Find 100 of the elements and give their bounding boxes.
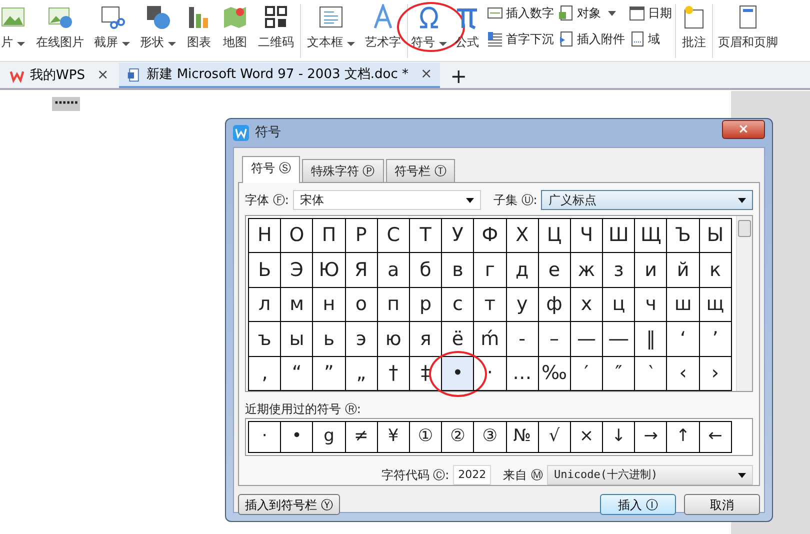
scroll-thumb[interactable] (738, 220, 751, 237)
symbol-cell[interactable]: Ъ (667, 219, 700, 254)
symbol-cell[interactable]: ш (667, 288, 700, 322)
symbol-cell[interactable]: щ (700, 288, 732, 322)
symbol-cell[interactable]: Ц (538, 219, 571, 254)
dialog-tab[interactable]: 符号 Ⓢ (242, 156, 300, 183)
symbol-cell[interactable]: й (667, 253, 700, 288)
symbol-cell[interactable]: Н (249, 219, 282, 254)
subset-dropdown[interactable]: 广义标点 (541, 190, 753, 210)
symbol-cell[interactable]: е (538, 253, 571, 288)
recent-symbol-cell[interactable]: ① (410, 422, 442, 452)
symbol-cell[interactable]: Ы (700, 219, 732, 254)
recent-symbol-cell[interactable]: ≠ (346, 422, 378, 452)
symbol-cell[interactable]: ж (570, 253, 604, 288)
symbol-cell[interactable]: Ь (249, 253, 282, 288)
close-icon[interactable]: × (96, 65, 109, 86)
symbol-cell[interactable]: б (410, 253, 442, 288)
recent-symbol-cell[interactable]: ↑ (667, 422, 700, 452)
recent-symbol-cell[interactable]: ¥ (378, 422, 410, 452)
close-icon[interactable]: × (420, 64, 432, 85)
symbol-cell[interactable]: э (346, 322, 378, 357)
recent-symbol-cell[interactable]: √ (538, 422, 571, 452)
symbol-cell[interactable]: у (506, 288, 539, 322)
symbol-cell[interactable]: ‰ (538, 356, 571, 391)
symbol-cell[interactable]: ы (281, 322, 314, 357)
symbol-cell[interactable]: ‹ (667, 356, 700, 391)
scrollbar[interactable] (736, 216, 752, 391)
symbol-cell[interactable]: ” (313, 356, 346, 391)
symbol-cell[interactable]: ‐ (506, 322, 539, 357)
symbol-cell[interactable]: к (700, 253, 732, 288)
symbol-cell[interactable]: ‧ (474, 356, 506, 391)
symbol-cell[interactable]: Ф (474, 219, 506, 254)
symbol-cell[interactable]: ц (603, 288, 636, 322)
ribbon-button[interactable]: 图表 (181, 0, 217, 51)
encoding-dropdown[interactable]: Unicode(十六进制) (547, 465, 753, 485)
ribbon-button[interactable]: 文本框 (302, 0, 360, 51)
symbol-cell[interactable]: Р (346, 219, 378, 254)
ribbon-button[interactable]: 在线图片 (31, 0, 89, 51)
recent-symbol-cell[interactable]: g (313, 422, 346, 452)
recent-symbol-cell[interactable]: · (249, 422, 282, 452)
recent-symbol-cell[interactable]: ③ (474, 422, 506, 452)
symbol-cell[interactable]: о (346, 288, 378, 322)
symbol-cell[interactable]: С (378, 219, 410, 254)
document-tab[interactable]: 新建 Microsoft Word 97 - 2003 文档.doc * × (118, 63, 440, 88)
symbol-cell[interactable]: … (506, 356, 539, 391)
recent-symbol-cell[interactable]: ← (700, 422, 732, 452)
ribbon-button[interactable]: 页眉和页脚 (714, 0, 782, 51)
symbol-cell[interactable]: л (249, 288, 282, 322)
symbol-cell[interactable]: ъ (249, 322, 282, 357)
symbol-cell[interactable]: ’ (700, 322, 732, 357)
ribbon-button[interactable]: 截屏 (89, 0, 135, 51)
symbol-cell[interactable]: † (378, 356, 410, 391)
symbol-cell[interactable]: ф (538, 288, 571, 322)
symbol-cell[interactable]: р (410, 288, 442, 322)
cancel-button[interactable]: 取消 (684, 494, 760, 515)
ribbon-button[interactable]: 艺术字 (360, 0, 406, 51)
symbol-cell[interactable]: а (378, 253, 410, 288)
ribbon-button[interactable]: 日期 (629, 4, 672, 22)
recent-symbol-cell[interactable]: № (506, 422, 539, 452)
ribbon-button[interactable]: 首字下沉 (487, 30, 554, 48)
ribbon-button[interactable]: 批注 (677, 0, 711, 51)
ribbon-button[interactable]: 对象 (558, 4, 625, 22)
recent-symbol-cell[interactable]: × (570, 422, 604, 452)
symbol-cell[interactable]: з (603, 253, 636, 288)
symbol-cell[interactable]: Я (346, 253, 378, 288)
symbol-cell[interactable]: Ш (603, 219, 636, 254)
ribbon-button[interactable]: 符号 (409, 0, 449, 51)
symbol-cell[interactable]: ‘ (667, 322, 700, 357)
insert-button[interactable]: 插入 Ⓘ (600, 494, 676, 515)
symbol-cell[interactable]: ‖ (635, 322, 668, 357)
symbol-cell[interactable]: У (442, 219, 474, 254)
ribbon-button[interactable]: 二维码 (253, 0, 299, 51)
dialog-tab[interactable]: 符号栏 Ⓣ (386, 159, 456, 182)
symbol-cell[interactable]: ″ (603, 356, 636, 391)
symbol-cell[interactable]: Х (506, 219, 539, 254)
symbol-cell[interactable]: х (570, 288, 604, 322)
ribbon-button[interactable]: 插入附件 (558, 30, 625, 48)
insert-to-bar-button[interactable]: 插入到符号栏 Ⓨ (238, 494, 340, 515)
symbol-cell[interactable]: с (442, 288, 474, 322)
new-tab-button[interactable]: + (442, 63, 475, 88)
symbol-cell[interactable]: ― (603, 322, 636, 357)
symbol-cell[interactable]: П (313, 219, 346, 254)
ribbon-button[interactable]: 地图 (217, 0, 253, 51)
ribbon-button[interactable]: 公式 (449, 0, 485, 51)
symbol-cell[interactable]: ‚ (249, 356, 282, 391)
symbol-cell[interactable]: О (281, 219, 314, 254)
symbol-cell[interactable]: м (281, 288, 314, 322)
char-code-field[interactable]: 2022 (453, 465, 492, 485)
symbol-cell[interactable]: Ю (313, 253, 346, 288)
symbol-cell[interactable]: и (635, 253, 668, 288)
font-dropdown[interactable]: 宋体 (292, 190, 482, 210)
symbol-cell[interactable]: н (313, 288, 346, 322)
symbol-cell[interactable]: Ч (570, 219, 604, 254)
recent-symbol-cell[interactable]: ↓ (603, 422, 636, 452)
symbol-cell[interactable]: г (474, 253, 506, 288)
recent-symbol-cell[interactable]: → (635, 422, 668, 452)
symbol-cell[interactable]: — (570, 322, 604, 357)
dialog-tab[interactable]: 特殊字符 Ⓟ (302, 159, 384, 182)
symbol-cell[interactable]: › (700, 356, 732, 391)
recent-symbol-cell[interactable]: • (281, 422, 314, 452)
